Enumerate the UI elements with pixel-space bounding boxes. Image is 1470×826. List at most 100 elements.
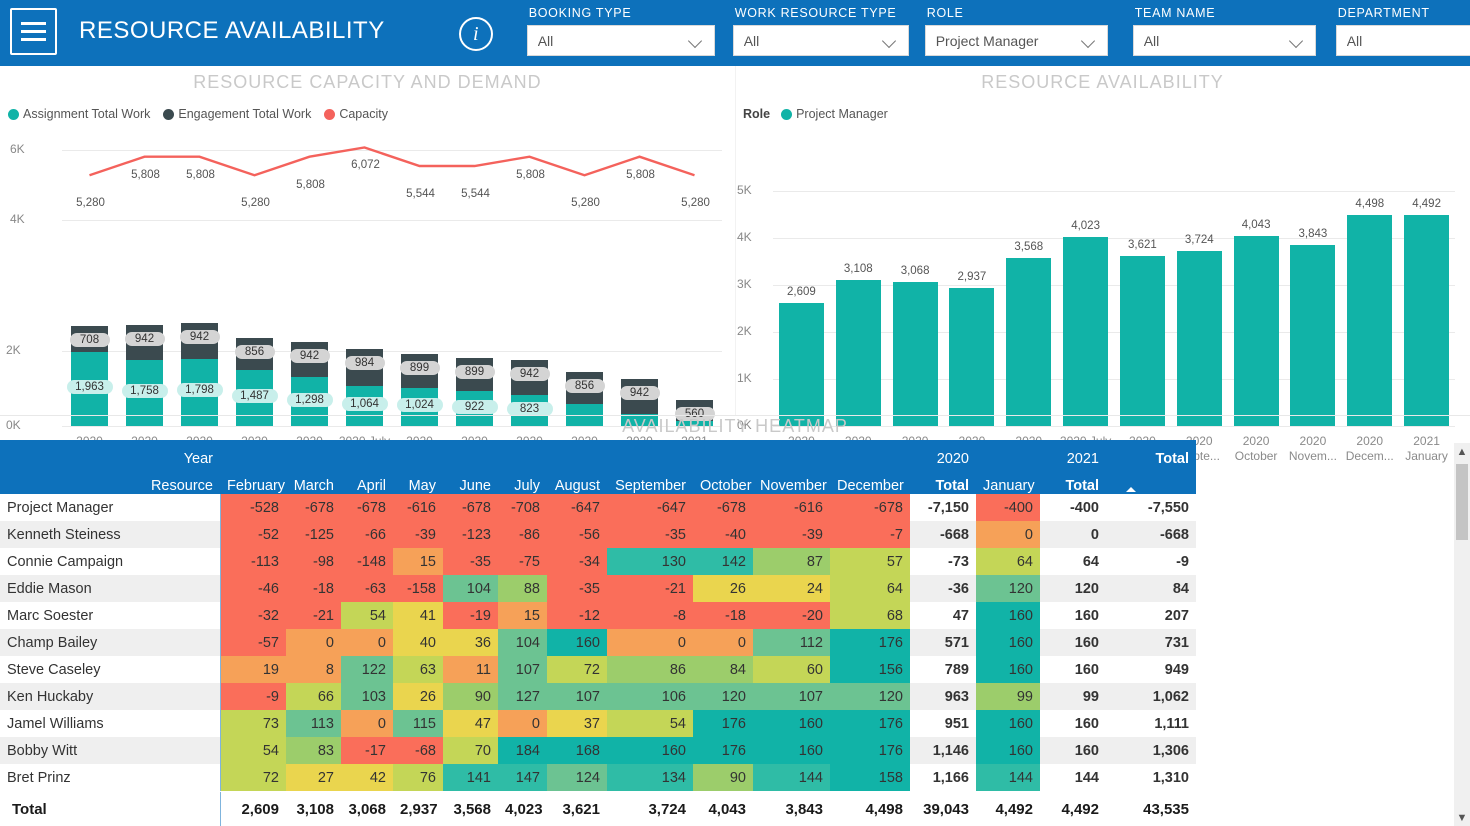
heat-cell[interactable]: 134 [607,764,693,791]
heat-cell[interactable]: 141 [443,764,498,791]
resource-name-cell[interactable]: Connie Campaign [0,548,220,575]
grand-total-cell[interactable]: -668 [1106,521,1196,548]
heat-cell[interactable]: 36 [443,629,498,656]
heat-cell[interactable]: -616 [753,494,830,521]
heat-cell[interactable]: 26 [393,683,443,710]
heat-cell[interactable]: 130 [607,548,693,575]
slicer-dropdown-work-resource-type[interactable]: All [732,25,909,56]
heat-cell[interactable]: 107 [547,683,607,710]
heat-cell[interactable]: -123 [443,521,498,548]
bar-resource-availability[interactable] [1063,236,1109,426]
heat-cell[interactable]: -9 [219,683,286,710]
heat-cell[interactable]: 24 [753,575,830,602]
heat-cell-january[interactable]: 160 [976,737,1040,764]
heat-cell[interactable]: 156 [830,656,910,683]
heat-cell[interactable]: 168 [547,737,607,764]
heat-cell[interactable]: -113 [219,548,286,575]
total-2021-cell[interactable]: 64 [1040,548,1106,575]
heat-cell[interactable]: 176 [693,737,753,764]
heat-cell[interactable]: 90 [443,683,498,710]
total-2020-cell[interactable]: 47 [910,602,976,629]
grand-total-cell[interactable]: 1,306 [1106,737,1196,764]
grand-total-cell[interactable]: 1,062 [1106,683,1196,710]
heat-cell[interactable]: -21 [607,575,693,602]
total-2020-cell[interactable]: 951 [910,710,976,737]
header-month-february[interactable]: February [220,467,286,494]
chart-resource-availability[interactable]: RESOURCE AVAILABILITY Role Project Manage… [735,66,1470,463]
heat-cell[interactable]: 87 [753,548,830,575]
header-grand-total[interactable] [1106,467,1196,494]
resource-name-cell[interactable]: Bobby Witt [0,737,220,764]
slicer-dropdown-team-name[interactable]: All [1132,25,1316,56]
heat-cell[interactable]: -678 [830,494,910,521]
heat-cell[interactable]: 76 [393,764,443,791]
heat-cell[interactable]: 54 [341,602,393,629]
heat-cell[interactable]: -39 [753,521,830,548]
header-total-2021[interactable]: Total [1040,467,1106,494]
heat-cell[interactable]: -678 [443,494,498,521]
table-row[interactable]: Marc Soester -32 -21 54 41 -19 15 -12 -8 -18 -20 68… [0,602,1196,629]
heat-cell[interactable]: -63 [341,575,393,602]
hamburger-icon[interactable] [10,8,57,55]
bar-resource-availability[interactable] [892,281,938,426]
heat-cell[interactable]: 11 [443,656,498,683]
total-2021-cell[interactable]: 160 [1040,629,1106,656]
heatmap-scroll-region[interactable]: Year 2020 2021 Total Resource February March Ap… [0,440,1200,826]
heat-cell[interactable]: 47 [443,710,498,737]
heat-cell[interactable]: 120 [830,683,910,710]
heat-cell[interactable]: 176 [830,629,910,656]
table-row[interactable]: Eddie Mason -46 -18 -63 -158 104 88 -35 -21 26 24 6… [0,575,1196,602]
heat-cell-january[interactable]: 0 [976,521,1040,548]
heat-cell[interactable]: -678 [341,494,393,521]
slicer-dropdown-department[interactable]: All [1335,25,1470,56]
heat-cell[interactable]: 15 [498,602,547,629]
total-2020-cell[interactable]: 789 [910,656,976,683]
heat-cell[interactable]: 66 [286,683,341,710]
heat-cell[interactable]: -678 [286,494,341,521]
total-2021-cell[interactable]: -400 [1040,494,1106,521]
heat-cell[interactable]: -35 [443,548,498,575]
header-month-november[interactable]: November [753,467,830,494]
heat-cell[interactable]: 90 [693,764,753,791]
resource-name-cell[interactable]: Ken Huckaby [0,683,220,710]
heatmap-vertical-scrollbar[interactable]: ▲ ▼ [1454,443,1470,826]
total-2020-cell[interactable]: -36 [910,575,976,602]
total-2021-cell[interactable]: 160 [1040,602,1106,629]
heat-cell-january[interactable]: 120 [976,575,1040,602]
heat-cell[interactable]: -32 [219,602,286,629]
heat-cell[interactable]: 73 [219,710,286,737]
heat-cell[interactable]: -35 [607,521,693,548]
header-month-september[interactable]: September [607,467,693,494]
header-month-june[interactable]: June [443,467,498,494]
heat-cell-january[interactable]: -400 [976,494,1040,521]
heat-cell[interactable]: 176 [830,737,910,764]
heat-cell[interactable]: 27 [286,764,341,791]
grand-total-cell[interactable]: 949 [1106,656,1196,683]
heat-cell-january[interactable]: 64 [976,548,1040,575]
heat-cell[interactable]: -57 [219,629,286,656]
bar-resource-availability[interactable] [778,303,824,426]
heat-cell[interactable]: 86 [607,656,693,683]
heat-cell[interactable]: 72 [547,656,607,683]
heat-cell-january[interactable]: 160 [976,629,1040,656]
table-row[interactable]: Connie Campaign -113 -98 -148 15 -35 -75 -34 130… [0,548,1196,575]
heat-cell[interactable]: -56 [547,521,607,548]
heat-cell[interactable]: 0 [607,629,693,656]
heat-cell[interactable]: 104 [443,575,498,602]
total-2021-cell[interactable]: 0 [1040,521,1106,548]
total-2020-cell[interactable]: -668 [910,521,976,548]
heat-cell[interactable]: 64 [830,575,910,602]
heat-cell-january[interactable]: 160 [976,602,1040,629]
heat-cell[interactable]: 160 [753,710,830,737]
bar-resource-availability[interactable] [1347,214,1393,426]
heat-cell[interactable]: 57 [830,548,910,575]
heat-cell[interactable]: 26 [693,575,753,602]
total-2020-cell[interactable]: 1,166 [910,764,976,791]
total-2020-cell[interactable]: -7,150 [910,494,976,521]
heat-cell[interactable]: 88 [498,575,547,602]
heat-cell[interactable]: 107 [753,683,830,710]
heat-cell[interactable]: 84 [693,656,753,683]
heat-cell[interactable]: -528 [219,494,286,521]
heat-cell[interactable]: -616 [393,494,443,521]
heat-cell[interactable]: 19 [219,656,286,683]
